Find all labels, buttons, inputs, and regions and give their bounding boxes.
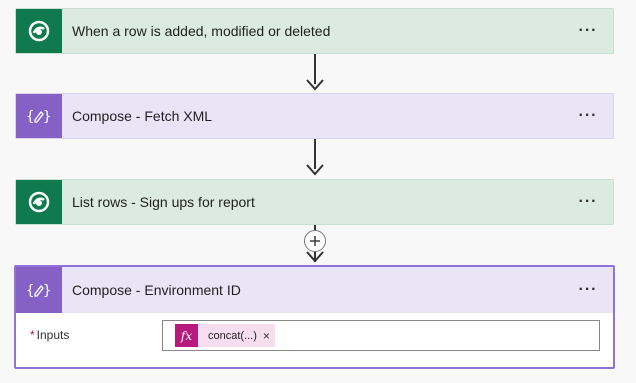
arrow-head-icon xyxy=(306,164,324,176)
arrow-head-icon xyxy=(306,79,324,91)
more-options-icon[interactable]: ··· xyxy=(573,282,603,298)
token-label: concat(...) xyxy=(208,329,257,342)
step-title: When a row is added, modified or deleted xyxy=(72,23,331,39)
svg-text:}: } xyxy=(43,109,51,125)
step-card-compose-environment-id[interactable]: { } Compose - Environment ID ··· * Inputs… xyxy=(14,265,615,369)
inputs-label-text: Inputs xyxy=(36,328,70,342)
more-options-icon[interactable]: ··· xyxy=(573,108,603,124)
svg-text:{: { xyxy=(26,283,34,299)
step-title: Compose - Fetch XML xyxy=(72,108,213,124)
dataverse-icon xyxy=(16,180,62,224)
step-title: Compose - Environment ID xyxy=(72,282,241,298)
step-card-compose-fetch-xml[interactable]: { } Compose - Fetch XML ··· xyxy=(15,93,614,139)
add-step-button[interactable] xyxy=(304,230,326,252)
arrow-head-icon xyxy=(306,251,324,263)
inputs-row: * Inputs fx concat(...) × xyxy=(16,313,613,367)
compose-icon: { } xyxy=(16,94,62,138)
step-card-list-rows[interactable]: List rows - Sign ups for report ··· xyxy=(15,179,614,225)
expression-token[interactable]: fx concat(...) × xyxy=(175,324,275,347)
more-options-icon[interactable]: ··· xyxy=(573,23,603,39)
more-options-icon[interactable]: ··· xyxy=(573,194,603,210)
inputs-field[interactable]: fx concat(...) × xyxy=(162,320,600,351)
required-marker: * xyxy=(30,328,35,342)
inputs-label: * Inputs xyxy=(30,328,69,342)
function-icon: fx xyxy=(175,324,198,347)
dataverse-icon xyxy=(16,9,62,53)
step-title: List rows - Sign ups for report xyxy=(72,194,255,210)
remove-token-icon[interactable]: × xyxy=(263,329,275,343)
step-card-trigger[interactable]: When a row is added, modified or deleted… xyxy=(15,8,614,54)
svg-text:}: } xyxy=(43,283,51,299)
plus-icon xyxy=(310,236,320,246)
svg-text:{: { xyxy=(26,109,34,125)
compose-icon: { } xyxy=(16,267,62,313)
